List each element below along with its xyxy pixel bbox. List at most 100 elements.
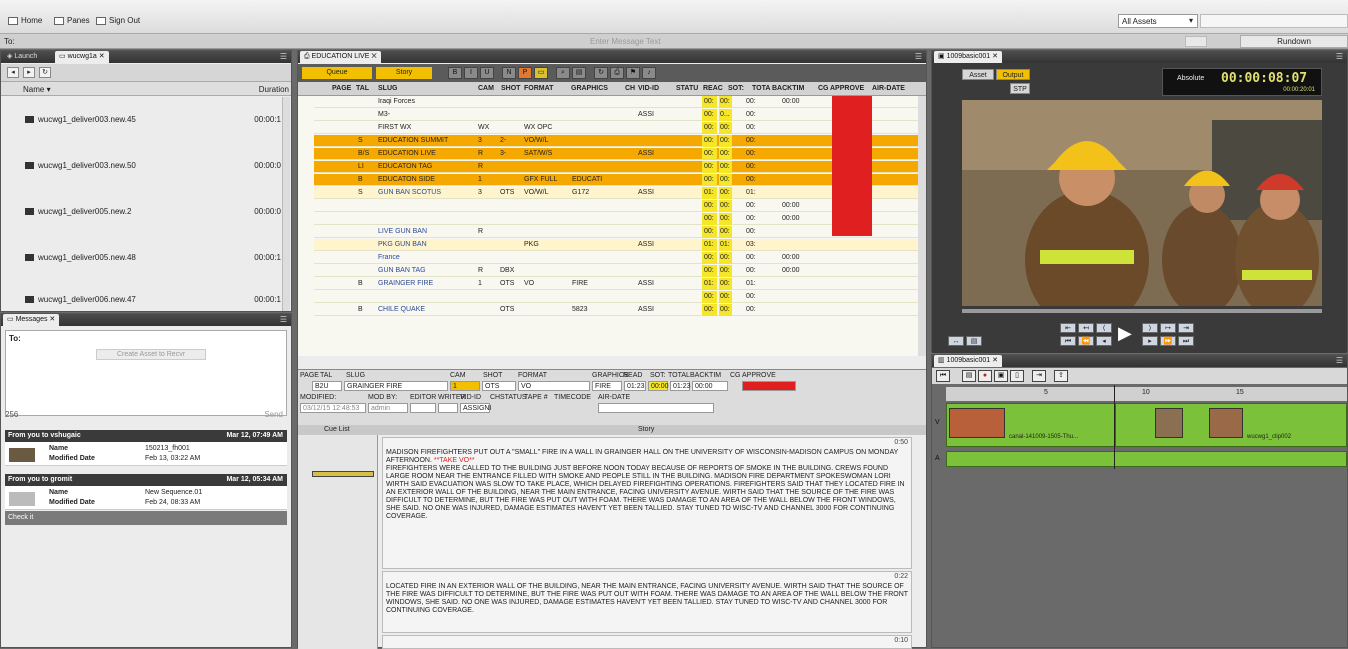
message-item[interactable]: Name 150213_fh001 Modified Date Feb 13, 03… — [5, 442, 287, 466]
tab-viewer[interactable]: ▣ 1009basic001 ✕ — [934, 51, 1002, 63]
home-menu[interactable]: Home — [8, 16, 42, 25]
col-ch[interactable]: CH — [625, 85, 635, 92]
table-row[interactable]: LI EDUCATON TAG R 00: 00: 00: — [314, 161, 920, 173]
pane-menu-icon[interactable]: ☰ — [280, 314, 287, 326]
presenter-icon[interactable]: P — [518, 67, 532, 79]
cue-marker[interactable] — [312, 471, 374, 477]
table-row[interactable]: S GUN BAN SCOTUS 3 OTS VO/W/L G172 ASSI 01: 00: 0… — [314, 187, 920, 199]
sync-icon[interactable]: ▤ — [966, 336, 982, 346]
list-item[interactable]: wucwg1_deliver006.new.47 00:00:1 — [1, 287, 281, 309]
record-icon[interactable]: ● — [978, 370, 992, 382]
list-item[interactable]: wucwg1_deliver005.new.2 00:00:0 — [1, 199, 281, 245]
vid-id-field[interactable]: ASSIGNI — [460, 403, 491, 413]
browser-scrollbar[interactable] — [282, 97, 290, 311]
scrub-bar[interactable] — [962, 309, 1322, 313]
go-out-icon[interactable]: ↦ — [1160, 323, 1176, 333]
message-input[interactable]: Enter Message Text — [590, 37, 661, 46]
writer-field[interactable] — [438, 403, 458, 413]
assets-search-box[interactable] — [1200, 14, 1348, 28]
graphics-field[interactable]: FIRE — [592, 381, 622, 391]
tal-field[interactable]: B2U — [312, 381, 342, 391]
stp-button[interactable]: STP — [1010, 83, 1030, 94]
delete-icon[interactable]: ▯ — [1010, 370, 1024, 382]
normal-icon[interactable]: N — [502, 67, 516, 79]
mod-by-field[interactable]: admin — [368, 403, 408, 413]
italic-icon[interactable]: I — [464, 67, 478, 79]
send-button[interactable]: Send — [264, 410, 283, 419]
tab-messages[interactable]: ▭ Messages ✕ — [3, 314, 60, 326]
check-it-link[interactable]: Check it — [5, 511, 287, 525]
table-row[interactable]: 00: 00: 00: 00:00 — [314, 200, 920, 212]
editor-field[interactable] — [410, 403, 436, 413]
air-date-field[interactable] — [598, 403, 714, 413]
col-format[interactable]: FORMAT — [524, 85, 553, 92]
step-back-icon[interactable]: ⟨ — [1096, 323, 1112, 333]
pane-menu-icon[interactable]: ☰ — [1336, 51, 1343, 63]
jump-icon[interactable]: ⇥ — [1032, 370, 1046, 382]
col-status[interactable]: STATU — [676, 85, 698, 92]
col-approve[interactable]: APPROVE — [830, 85, 864, 92]
shot-field[interactable]: OTS — [482, 381, 516, 391]
audio-track[interactable] — [946, 451, 1347, 467]
message-compose-box[interactable]: To: Create Asset to Recvr — [5, 330, 287, 416]
table-icon[interactable]: ▤ — [572, 67, 586, 79]
table-row[interactable]: Iraqi Forces 00: 00: 00: 00:00 — [314, 96, 920, 108]
refresh-icon[interactable]: ↻ — [39, 67, 51, 78]
asset-mode-button[interactable]: Asset — [962, 69, 994, 80]
pane-menu-icon[interactable]: ☰ — [1336, 355, 1343, 367]
assets-select[interactable]: All Assets ▾ — [1118, 14, 1198, 28]
queue-button[interactable]: Queue — [302, 67, 372, 79]
table-row[interactable]: M3- ASSI 00: 0... 00: — [314, 109, 920, 121]
message-header[interactable]: From you to vshugaic Mar 12, 07:49 AM — [5, 430, 287, 442]
play-icon[interactable]: ▶ — [1118, 323, 1132, 344]
table-row[interactable]: FIRST WX WX WX OPC 00: 00: 00: — [314, 122, 920, 134]
rundown-scrollbar[interactable] — [918, 96, 926, 356]
flag-icon[interactable]: ⚑ — [626, 67, 640, 79]
table-row[interactable]: PKG GUN BAN PKG ASSI 01: 01: 03: — [314, 239, 920, 251]
export-icon[interactable]: ⇪ — [1054, 370, 1068, 382]
panes-menu[interactable]: Panes — [54, 16, 90, 25]
pane-menu-icon[interactable]: ☰ — [915, 51, 922, 63]
story-button[interactable]: Story — [376, 67, 432, 79]
timecode-display[interactable]: Absolute 00:00:08:07 00:00:20:01 — [1162, 68, 1322, 96]
table-row[interactable]: B GRAINGER FIRE 1 OTS VO FIRE ASSI 01: 00: 01: — [314, 278, 920, 290]
tab-timeline[interactable]: ▥ 1009basic001 ✕ — [934, 355, 1002, 367]
list-item[interactable]: wucwg1_deliver003.new.50 00:00:0 — [1, 153, 281, 199]
story-block[interactable]: 0:10 — [382, 635, 912, 649]
col-graphics[interactable]: GRAPHICS — [571, 85, 608, 92]
col-shot[interactable]: SHOT — [501, 85, 520, 92]
table-row[interactable]: France 00: 00: 00: 00:00 — [314, 252, 920, 264]
step-forward-icon[interactable]: ⟩ — [1142, 323, 1158, 333]
tool-icon[interactable]: ▤ — [962, 370, 976, 382]
print-icon[interactable]: ⎙ — [610, 67, 624, 79]
list-item[interactable]: wucwg1_deliver003.new.45 00:00:1 — [1, 107, 281, 153]
table-row[interactable]: B CHILE QUAKE OTS 5823 ASSI 00: 00: 00: — [314, 304, 920, 316]
col-vid-id[interactable]: VID-ID — [638, 85, 659, 92]
sign-out-menu[interactable]: Sign Out — [96, 16, 140, 25]
mark-out-icon[interactable]: ⇥ — [1178, 323, 1194, 333]
cue-list[interactable] — [298, 435, 378, 649]
back-icon[interactable]: ◂ — [7, 67, 19, 78]
col-slug[interactable]: SLUG — [378, 85, 397, 92]
col-name[interactable]: Name ▾ — [23, 85, 51, 94]
col-tal[interactable]: TAL — [356, 85, 369, 92]
table-row[interactable]: S EDUCATION SUMMIT 3 2- VO/W/L 00: 00: 00: — [314, 135, 920, 147]
story-block[interactable]: 0:50 MADISON FIREFIGHTERS PUT OUT A "SMA… — [382, 437, 912, 569]
backtime-field[interactable]: 00:00 — [692, 381, 728, 391]
forward-fast-icon[interactable]: ⏭ — [1178, 336, 1194, 346]
playhead[interactable] — [1114, 385, 1115, 469]
frame-forward-icon[interactable]: ▸ — [1142, 336, 1158, 346]
fast-forward-icon[interactable]: ⏩ — [1160, 336, 1176, 346]
forward-icon[interactable]: ▸ — [23, 67, 35, 78]
loop-icon[interactable]: ↔ — [948, 336, 964, 346]
highlight-icon[interactable]: ▭ — [534, 67, 548, 79]
refresh-icon[interactable]: ↻ — [594, 67, 608, 79]
message-header[interactable]: From you to gromit Mar 12, 05:34 AM — [5, 474, 287, 486]
table-row[interactable]: 00: 00: 00: 00:00 — [314, 213, 920, 225]
total-field[interactable]: 01:23 — [670, 381, 691, 391]
format-field[interactable]: VO — [518, 381, 590, 391]
col-backtime[interactable]: BACKTIM — [772, 85, 804, 92]
col-page[interactable]: PAGE — [332, 85, 351, 92]
table-row[interactable]: 00: 00: 00: — [314, 291, 920, 303]
mic-icon[interactable]: ♪ — [642, 67, 656, 79]
